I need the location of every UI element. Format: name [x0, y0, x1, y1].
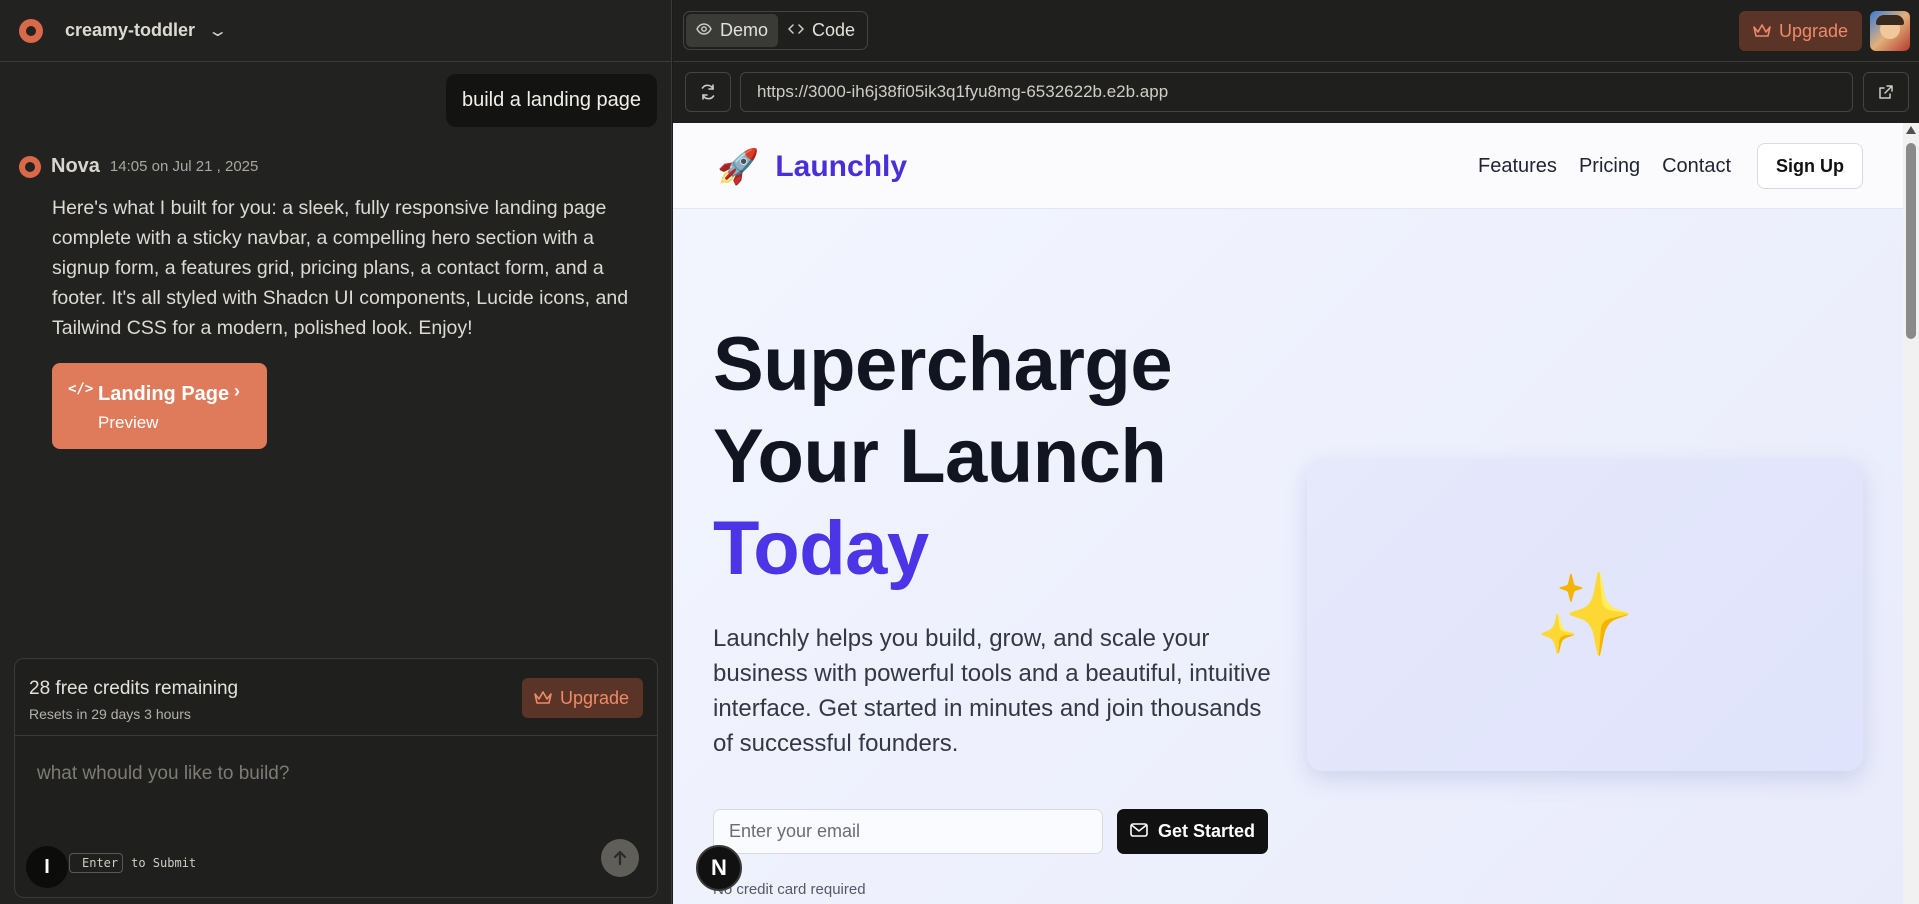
landing-page-preview-card[interactable]: </> Landing Page › Preview [52, 363, 267, 449]
chevron-down-icon[interactable]: ⌄ [207, 21, 228, 41]
site-navbar: 🚀 Launchly Features Pricing Contact Sign… [673, 123, 1903, 209]
credits-reset: Resets in 29 days 3 hours [29, 706, 191, 722]
assistant-message-body: Here's what I built for you: a sleek, fu… [52, 197, 629, 339]
tab-demo[interactable]: Demo [686, 14, 779, 47]
sign-up-button[interactable]: Sign Up [1757, 143, 1863, 189]
preview-card-subtitle: Preview [98, 413, 159, 432]
nav-link-contact[interactable]: Contact [1662, 155, 1731, 178]
view-toggle: Demo Code [683, 11, 869, 50]
email-field[interactable] [713, 809, 1103, 854]
hero-illustration-card: ✨ [1307, 459, 1863, 771]
eye-icon [696, 22, 712, 39]
scrollbar-thumb[interactable] [1906, 143, 1916, 339]
preview-panel: Demo Code Upgrade https://3000-ih6j38fi0… [673, 0, 1919, 904]
credits-remaining: 28 free credits remaining [29, 678, 239, 699]
crown-icon [534, 691, 552, 705]
assistant-avatar-icon [19, 155, 41, 178]
user-avatar[interactable] [1870, 11, 1910, 51]
i-badge[interactable]: I [26, 846, 68, 888]
nav-link-pricing[interactable]: Pricing [1579, 155, 1640, 178]
message-timestamp: 14:05 on Jul 21 , 2025 [109, 158, 259, 175]
project-name[interactable]: creamy-toddler [65, 20, 195, 41]
user-message: build a landing page [445, 74, 657, 127]
prompt-input[interactable] [37, 763, 617, 785]
submit-hint: Enter to Submit [69, 853, 196, 873]
refresh-button[interactable] [685, 72, 731, 112]
site-brand: Launchly [775, 150, 908, 183]
code-icon [788, 22, 804, 39]
tab-code-label: Code [812, 20, 856, 40]
app-logo-icon[interactable] [19, 18, 43, 43]
code-icon: </> [68, 381, 94, 397]
rocket-icon: 🚀 [717, 148, 760, 186]
assistant-name: Nova [51, 155, 100, 177]
hero-description: Launchly helps you build, grow, and scal… [713, 625, 1271, 757]
mail-icon [1130, 821, 1148, 842]
prompt-composer: 28 free credits remaining Resets in 29 d… [14, 658, 658, 898]
submit-hint-text: to Submit [131, 856, 197, 870]
site-preview: 🚀 Launchly Features Pricing Contact Sign… [673, 123, 1903, 904]
site-nav-links: Features Pricing Contact [1478, 155, 1753, 178]
get-started-label: Get Started [1157, 821, 1256, 841]
tab-code[interactable]: Code [778, 14, 865, 47]
site-logo[interactable]: 🚀 Launchly [717, 147, 907, 187]
preview-toolbar: Demo Code Upgrade [673, 0, 1919, 62]
refresh-icon [701, 84, 715, 100]
enter-key: Enter [69, 853, 124, 873]
hero-title: Supercharge Your Launch Today [713, 319, 1173, 595]
crown-icon [1753, 24, 1771, 38]
hero-line-3: Today [713, 506, 929, 591]
url-field[interactable]: https://3000-ih6j38fi05ik3q1fyu8mg-65326… [740, 72, 1853, 112]
upgrade-button[interactable]: Upgrade [521, 678, 643, 718]
sparkles-icon: ✨ [1535, 570, 1635, 659]
nav-link-features[interactable]: Features [1478, 155, 1557, 178]
hero-line-1: Supercharge [713, 322, 1173, 407]
external-link-icon [1879, 85, 1893, 99]
preview-scrollbar[interactable] [1903, 123, 1919, 904]
send-button[interactable] [601, 839, 639, 877]
upgrade-button-top[interactable]: Upgrade [1739, 11, 1863, 51]
hero-line-2: Your Launch [713, 414, 1167, 499]
get-started-button[interactable]: Get Started [1117, 809, 1268, 854]
upgrade-label: Upgrade [1779, 20, 1849, 41]
assistant-message-header: Nova 14:05 on Jul 21 , 2025 [19, 155, 258, 178]
tab-demo-label: Demo [720, 20, 769, 40]
chevron-right-icon: › [234, 381, 240, 401]
arrow-up-icon [613, 850, 627, 866]
credits-bar: 28 free credits remaining Resets in 29 d… [15, 659, 657, 736]
chat-panel: creamy-toddler ⌄ build a landing page No… [0, 0, 672, 904]
upgrade-label: Upgrade [559, 687, 629, 708]
nextjs-badge[interactable]: N [696, 845, 742, 891]
project-header: creamy-toddler ⌄ [0, 0, 671, 62]
preview-card-title: Landing Page [98, 383, 230, 405]
open-external-button[interactable] [1863, 72, 1909, 112]
address-bar: https://3000-ih6j38fi05ik3q1fyu8mg-65326… [673, 62, 1919, 123]
scroll-up-arrow-icon[interactable] [1906, 126, 1916, 134]
